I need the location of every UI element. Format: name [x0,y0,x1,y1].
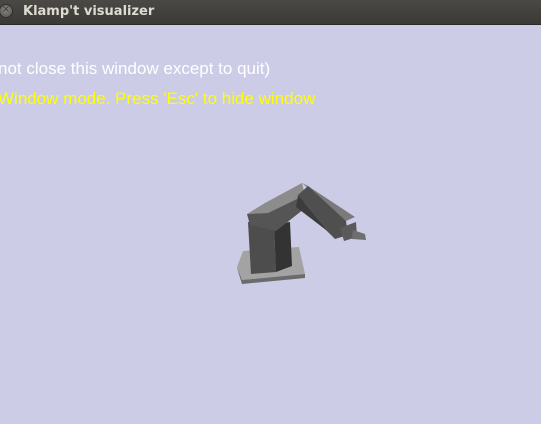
window-title: Klamp't visualizer [23,4,155,19]
robot-end-effector [352,230,366,240]
visualizer-window: × Klamp't visualizer not close this wind… [0,0,541,424]
close-button[interactable]: × [0,4,13,18]
robot-arm-model[interactable] [0,25,541,424]
close-icon: × [1,4,11,15]
title-bar[interactable]: × Klamp't visualizer [0,0,541,25]
3d-viewport[interactable]: not close this window except to quit) Wi… [0,25,541,424]
